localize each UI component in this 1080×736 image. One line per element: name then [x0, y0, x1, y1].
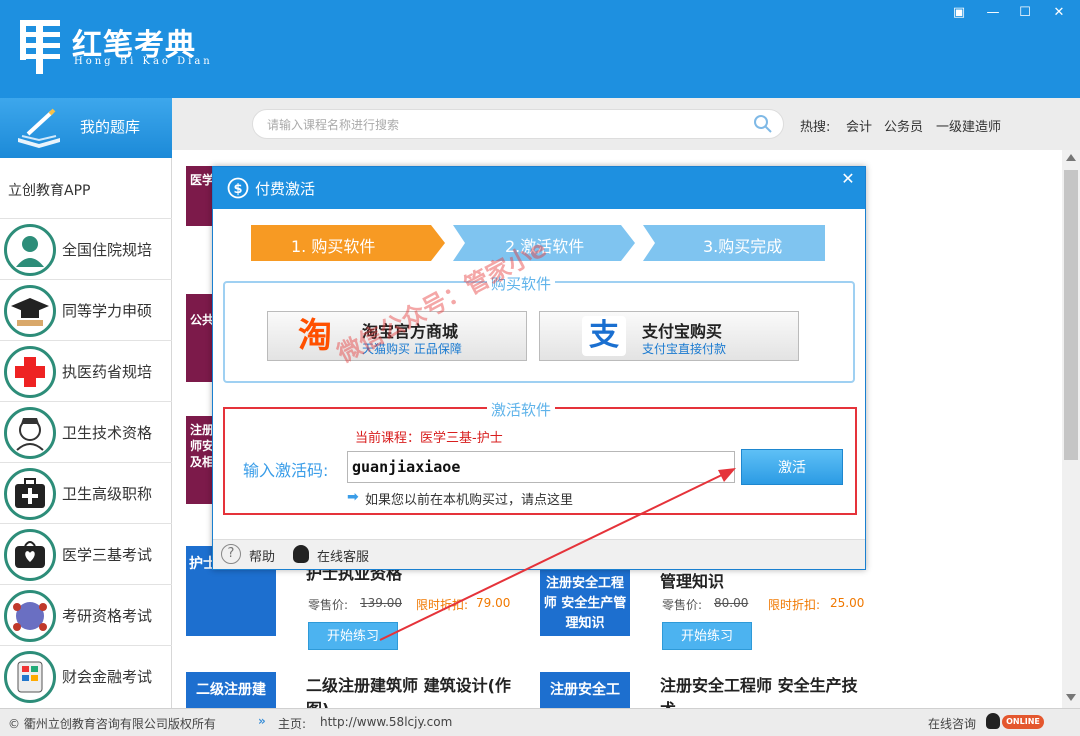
scroll-thumb[interactable] [1064, 170, 1078, 460]
logo-icon [20, 20, 60, 74]
retail-price: 139.00 [360, 596, 402, 610]
course-title: 二级注册建筑师 建筑设计(作图) [306, 676, 511, 708]
help-link[interactable]: 帮助 [249, 546, 275, 565]
start-practice-button[interactable]: 开始练习 [308, 622, 398, 650]
alipay-title: 支付宝购买 [642, 322, 723, 341]
my-bank-label: 我的题库 [80, 118, 141, 136]
dollar-icon: $ [227, 177, 249, 199]
skin-button[interactable]: ▣ [948, 4, 970, 22]
hot-search-item[interactable]: 一级建造师 [936, 116, 1001, 135]
hot-search-item[interactable]: 公务员 [884, 116, 923, 135]
activation-section-title: 激活软件 [487, 399, 556, 420]
sidebar-item-label: 执医药省规培 [62, 363, 153, 381]
search-input[interactable]: 请输入课程名称进行搜索 [267, 116, 399, 133]
sidebar-item-label: 同等学力申硕 [62, 302, 153, 320]
doctor-icon [4, 224, 56, 276]
previous-purchase-link[interactable]: 如果您以前在本机购买过，请点这里 [365, 489, 573, 508]
svg-text:$: $ [233, 182, 242, 197]
double-chevron-icon: » [258, 714, 266, 728]
network-icon [4, 590, 56, 642]
dialog-title: 付费激活 [255, 180, 316, 198]
sidebar-item-finance[interactable]: 财会金融考试 [0, 645, 172, 706]
course-title: 注册安全工程师 安全生产技术 [660, 676, 858, 708]
medical-bag-icon [4, 529, 56, 581]
retail-price-label: 零售价: [308, 598, 349, 612]
medical-kit-icon [4, 468, 56, 520]
online-badge[interactable]: ONLINE [1002, 715, 1044, 729]
alipay-subtitle: 支付宝直接付款 [642, 342, 727, 356]
course-title: 管理知识 [660, 572, 725, 591]
discount-price: 79.00 [476, 596, 511, 610]
app-download-label[interactable]: 立创教育APP [8, 180, 90, 200]
minimize-button[interactable]: — [982, 4, 1004, 22]
discount-label: 限时折扣: [768, 598, 821, 612]
current-course: 当前课程：医学三基-护士 [355, 431, 503, 446]
hot-search-label: 热搜: [800, 120, 831, 135]
search-icon[interactable] [753, 114, 773, 134]
sidebar-item-postgrad[interactable]: 考研资格考试 [0, 584, 172, 645]
maximize-button[interactable]: ☐ [1014, 4, 1036, 22]
nurse-icon [4, 407, 56, 459]
discount-price: 25.00 [830, 596, 865, 610]
search-box[interactable]: 请输入课程名称进行搜索 [252, 109, 784, 139]
taobao-icon: 淘 [298, 316, 332, 356]
close-button[interactable]: ✕ [1048, 4, 1070, 22]
sidebar-item-health-tech[interactable]: 卫生技术资格 [0, 401, 172, 462]
close-icon[interactable]: ✕ [837, 169, 859, 189]
arrow-right-icon: ➡ [347, 489, 359, 505]
retail-price: 80.00 [714, 596, 749, 610]
sidebar-item-medical-license[interactable]: 执医药省规培 [0, 340, 172, 401]
step-1-label: 1. 购买软件 [291, 237, 376, 256]
dialog-header: $ 付费激活 ✕ [213, 167, 865, 209]
sidebar-item-senior-title[interactable]: 卫生高级职称 [0, 462, 172, 523]
scroll-up-icon[interactable] [1066, 154, 1076, 161]
hot-search-item[interactable]: 会计 [846, 116, 872, 135]
activation-code-label: 输入激活码: [243, 461, 329, 480]
red-cross-icon [4, 346, 56, 398]
app-name-en: Hong Bi Kao Dian [74, 56, 213, 67]
course-card[interactable]: 注册安全工 [540, 672, 630, 708]
alipay-icon: 支 [582, 316, 626, 356]
activate-button[interactable]: 激活 [741, 449, 843, 485]
content-scrollbar[interactable] [1062, 150, 1080, 708]
graduation-cap-icon [4, 285, 56, 337]
sidebar-item-label: 卫生高级职称 [62, 485, 153, 503]
qq-icon[interactable] [986, 713, 1000, 729]
discount-label: 限时折扣: [416, 598, 469, 612]
sidebar-item-label: 卫生技术资格 [62, 424, 153, 442]
course-card[interactable]: 二级注册建 [186, 672, 276, 708]
step-3-label: 3.购买完成 [703, 237, 783, 256]
my-question-bank[interactable]: 我的题库 [0, 98, 172, 158]
retail-price-label: 零售价: [662, 598, 703, 612]
alipay-buy-button[interactable]: 支 支付宝购买 支付宝直接付款 [539, 311, 799, 361]
sidebar-item-label: 医学三基考试 [62, 546, 153, 564]
sidebar-item-label: 财会金融考试 [62, 668, 153, 686]
calculator-icon [4, 651, 56, 703]
sidebar-item-residency[interactable]: 全国住院规培 [0, 218, 172, 279]
book-pen-icon [18, 108, 60, 148]
activation-dialog: $ 付费激活 ✕ 1. 购买软件 2.激活软件 3.购买完成 购买软件 淘 淘宝… [212, 166, 866, 570]
start-practice-button[interactable]: 开始练习 [662, 622, 752, 650]
activation-code-input[interactable]: guanjiaxiaoe [347, 451, 735, 483]
sidebar-item-degree[interactable]: 同等学力申硕 [0, 279, 172, 340]
sidebar-item-label: 全国住院规培 [62, 241, 153, 259]
dialog-footer: ? 帮助 在线客服 [213, 539, 865, 569]
footer: © 衢州立创教育咨询有限公司版权所有 » 主页: http://www.58lc… [0, 708, 1080, 736]
home-url[interactable]: http://www.58lcjy.com [320, 715, 452, 729]
help-icon[interactable]: ? [221, 544, 241, 564]
copyright: © 衢州立创教育咨询有限公司版权所有 [8, 717, 216, 731]
home-label: 主页: [278, 717, 307, 731]
online-consult-label[interactable]: 在线咨询 [928, 715, 976, 732]
qq-icon[interactable] [293, 545, 309, 563]
scroll-down-icon[interactable] [1066, 694, 1076, 701]
online-service-link[interactable]: 在线客服 [317, 546, 369, 565]
sidebar-item-label: 考研资格考试 [62, 607, 153, 625]
sidebar: 我的题库 立创教育APP 全国住院规培 同等学力申硕 执医药省规培 卫生技术资格… [0, 98, 172, 708]
sidebar-item-three-basics[interactable]: 医学三基考试 [0, 523, 172, 584]
search-bar-area: 请输入课程名称进行搜索 热搜: 会计 公务员 一级建造师 [172, 98, 1080, 150]
app-header: 红笔考典 Hong Bi Kao Dian ▣ — ☐ ✕ [0, 0, 1080, 98]
